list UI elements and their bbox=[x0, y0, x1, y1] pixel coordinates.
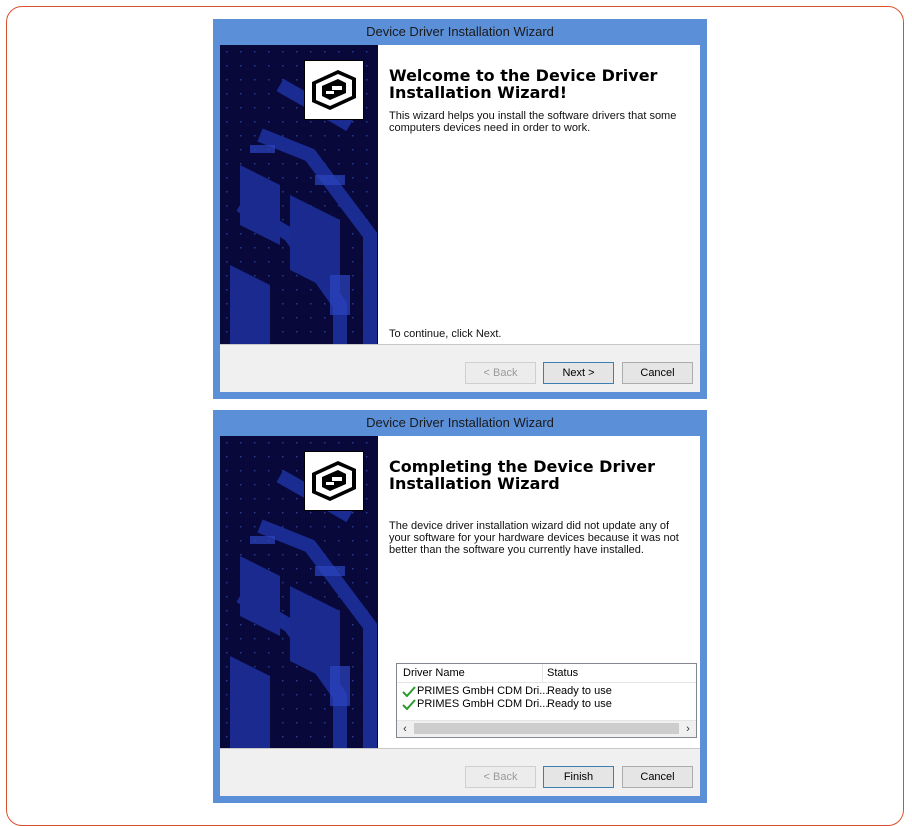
page-title: Completing the Device Driver Installatio… bbox=[389, 457, 655, 493]
driver-status-cell: Ready to use bbox=[547, 698, 612, 710]
driver-list[interactable]: Driver Name Status PRIMES GmbH CDM Dri..… bbox=[396, 663, 697, 738]
hardware-install-icon bbox=[304, 451, 364, 511]
wizard-window-completing: Device Driver Installation Wizard Comple… bbox=[213, 410, 707, 803]
driver-list-header: Driver Name Status bbox=[397, 664, 696, 683]
wizard-footer: < Back Finish Cancel bbox=[220, 749, 700, 796]
continue-instruction: To continue, click Next. bbox=[389, 328, 502, 340]
wizard-description: The device driver installation wizard di… bbox=[389, 520, 679, 556]
driver-status-cell: Ready to use bbox=[547, 685, 612, 697]
driver-name-cell: PRIMES GmbH CDM Dri... bbox=[417, 698, 549, 710]
wizard-client-area: Welcome to the Device Driver Installatio… bbox=[220, 45, 700, 392]
table-row[interactable]: PRIMES GmbH CDM Dri... Ready to use bbox=[397, 685, 696, 698]
checkmark-icon bbox=[402, 686, 416, 697]
finish-button[interactable]: Finish bbox=[543, 766, 614, 788]
wizard-content: Completing the Device Driver Installatio… bbox=[389, 458, 690, 556]
window-title: Device Driver Installation Wizard bbox=[366, 415, 554, 430]
horizontal-scrollbar[interactable]: ‹ › bbox=[397, 720, 696, 737]
chevron-right-icon[interactable]: › bbox=[680, 722, 696, 736]
column-header-driver-name[interactable]: Driver Name bbox=[403, 667, 465, 679]
page-title: Welcome to the Device Driver Installatio… bbox=[389, 66, 658, 102]
wizard-window-welcome: Device Driver Installation Wizard Welcom… bbox=[213, 19, 707, 399]
wizard-side-banner bbox=[220, 45, 378, 344]
wizard-footer: < Back Next > Cancel bbox=[220, 345, 700, 392]
wizard-side-banner bbox=[220, 436, 378, 748]
driver-name-cell: PRIMES GmbH CDM Dri... bbox=[417, 685, 549, 697]
chevron-left-icon[interactable]: ‹ bbox=[397, 722, 413, 736]
table-row[interactable]: PRIMES GmbH CDM Dri... Ready to use bbox=[397, 698, 696, 711]
next-button[interactable]: Next > bbox=[543, 362, 614, 384]
cancel-button[interactable]: Cancel bbox=[622, 766, 693, 788]
column-header-status[interactable]: Status bbox=[547, 667, 578, 679]
scrollbar-thumb[interactable] bbox=[414, 723, 679, 734]
back-button[interactable]: < Back bbox=[465, 362, 536, 384]
window-title: Device Driver Installation Wizard bbox=[366, 24, 554, 39]
wizard-client-area: Completing the Device Driver Installatio… bbox=[220, 436, 700, 796]
back-button[interactable]: < Back bbox=[465, 766, 536, 788]
wizard-description: This wizard helps you install the softwa… bbox=[389, 110, 677, 134]
column-separator[interactable] bbox=[542, 664, 543, 682]
checkmark-icon bbox=[402, 699, 416, 710]
hardware-install-icon bbox=[304, 60, 364, 120]
cancel-button[interactable]: Cancel bbox=[622, 362, 693, 384]
wizard-content: Welcome to the Device Driver Installatio… bbox=[389, 67, 690, 134]
